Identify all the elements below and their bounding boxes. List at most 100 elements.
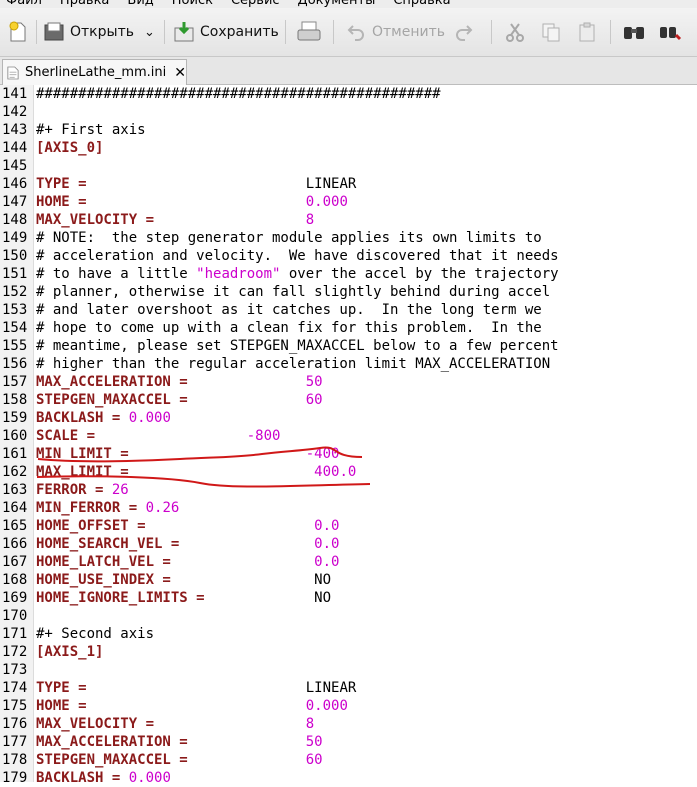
menu-item[interactable]: Вид	[127, 0, 153, 8]
line-text: HOME = 0.000	[36, 193, 348, 211]
code-line: 176 MAX_VELOCITY = 8	[0, 715, 697, 733]
chevron-down-icon[interactable]: ⌄	[144, 25, 155, 40]
comment-text: # higher than the regular acceleration l…	[36, 356, 551, 372]
comment-text: # and later overshoot as it catches up. …	[36, 302, 542, 318]
ini-key: MAX_VELOCITY =	[36, 212, 155, 228]
save-label: Сохранить	[200, 24, 279, 40]
line-text: HOME_LATCH_VEL = 0.0	[36, 553, 339, 571]
ini-key: STEPGEN_MAXACCEL =	[36, 392, 188, 408]
copy-button[interactable]	[540, 17, 562, 47]
ini-value: NO	[314, 572, 332, 588]
comment-text: ########################################…	[36, 86, 441, 102]
code-line: 175 HOME = 0.000	[0, 697, 697, 715]
line-text: # higher than the regular acceleration l…	[36, 355, 550, 373]
cut-button[interactable]	[504, 17, 526, 47]
line-number: 179	[2, 770, 28, 786]
line-number: 150	[2, 248, 28, 264]
ini-value: 0.26	[145, 500, 180, 516]
print-button[interactable]	[296, 17, 322, 47]
line-text: TYPE = LINEAR	[36, 175, 356, 193]
ini-key: HOME_IGNORE_LIMITS =	[36, 590, 205, 606]
new-document-button[interactable]	[6, 17, 30, 47]
ini-key: HOME =	[36, 698, 87, 714]
ini-value: 0.000	[305, 698, 348, 714]
code-line: 151 # to have a little "headroom" over th…	[0, 265, 697, 283]
redo-button[interactable]	[454, 17, 474, 47]
line-number: 162	[2, 464, 28, 480]
paste-icon	[579, 22, 595, 42]
ini-key: MAX_ACCELERATION =	[36, 734, 188, 750]
code-line: 153 # and later overshoot as it catches u…	[0, 301, 697, 319]
new-document-icon	[9, 21, 26, 42]
ini-value: 8	[305, 716, 315, 732]
line-number: 177	[2, 734, 28, 750]
ini-value: 60	[305, 752, 323, 768]
ini-key: FERROR =	[36, 482, 104, 498]
comment-text: over the accel by the trajectory	[280, 266, 559, 282]
ini-key: BACKLASH =	[36, 770, 121, 786]
find-replace-icon	[660, 27, 682, 41]
menu-item[interactable]: Поиск	[172, 0, 213, 8]
ini-value: LINEAR	[305, 176, 357, 192]
line-number: 142	[2, 104, 28, 120]
ini-value: -800	[246, 428, 281, 444]
ini-key: MIN_FERROR =	[36, 500, 138, 516]
line-number: 165	[2, 518, 28, 534]
ini-value: 0.0	[314, 536, 340, 552]
menu-item[interactable]: Справка	[393, 0, 450, 8]
line-text: STEPGEN_MAXACCEL = 60	[36, 391, 323, 409]
code-line: 173	[0, 661, 697, 679]
open-button[interactable]: Открыть ⌄	[42, 17, 155, 47]
comment-text: # NOTE: the step generator module applie…	[36, 230, 542, 246]
toolbar-separator	[333, 20, 334, 44]
menu-item[interactable]: Правка	[60, 0, 109, 8]
line-text: [AXIS_1]	[36, 643, 103, 661]
line-number: 144	[2, 140, 28, 156]
undo-icon	[347, 25, 364, 41]
line-number: 171	[2, 626, 28, 642]
ini-value: 0.0	[314, 554, 340, 570]
undo-button[interactable]: Отменить	[346, 17, 445, 47]
ini-key: BACKLASH =	[36, 410, 121, 426]
open-label: Открыть	[70, 24, 134, 40]
menu-item[interactable]: Сервис	[231, 0, 280, 8]
save-button[interactable]: Сохранить	[172, 17, 279, 47]
line-text: TYPE = LINEAR	[36, 679, 356, 697]
line-number: 157	[2, 374, 28, 390]
code-line: 142	[0, 103, 697, 121]
text-editor[interactable]: 141 #####################################…	[0, 85, 697, 786]
line-text: HOME_OFFSET = 0.0	[36, 517, 339, 535]
line-number: 159	[2, 410, 28, 426]
line-text: MIN_FERROR = 0.26	[36, 499, 179, 517]
line-number: 153	[2, 302, 28, 318]
find-button[interactable]	[622, 17, 646, 47]
menu-item[interactable]: Файл	[6, 0, 42, 8]
line-number: 141	[2, 86, 28, 102]
line-number: 148	[2, 212, 28, 228]
comment-text: # hope to come up with a clean fix for t…	[36, 320, 542, 336]
comment-text: # planner, otherwise it can fall slightl…	[36, 284, 551, 300]
ini-value: 0.000	[128, 410, 171, 426]
line-number: 172	[2, 644, 28, 660]
paste-button[interactable]	[576, 17, 598, 47]
ini-key: SCALE =	[36, 428, 96, 444]
code-line: 150 # acceleration and velocity. We have …	[0, 247, 697, 265]
menu-item[interactable]: Документы	[298, 0, 376, 8]
code-line: 179 BACKLASH = 0.000	[0, 769, 697, 787]
line-text: [AXIS_0]	[36, 139, 103, 157]
code-line: 161 MIN_LIMIT = -400	[0, 445, 697, 463]
tab-sherlinelathe-mm-ini[interactable]: SherlineLathe_mm.ini ✕	[2, 59, 187, 85]
code-line: 152 # planner, otherwise it can fall slig…	[0, 283, 697, 301]
close-tab-icon[interactable]: ✕	[174, 65, 186, 81]
line-text: # meantime, please set STEPGEN_MAXACCEL …	[36, 337, 559, 355]
line-number: 156	[2, 356, 28, 372]
code-line: 159 BACKLASH = 0.000	[0, 409, 697, 427]
replace-button[interactable]	[658, 17, 684, 47]
